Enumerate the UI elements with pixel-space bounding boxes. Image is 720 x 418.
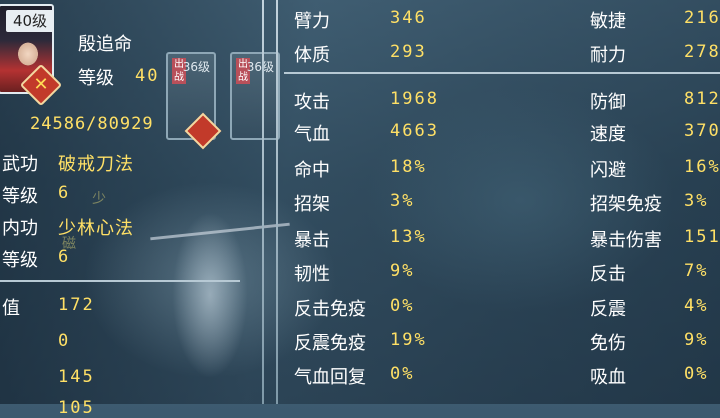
hero-level-value: 40 [135,66,160,86]
martial-label: 武功 [2,154,38,175]
stat-label: 韧性 [294,264,330,285]
martial-level-value: 6 [58,183,71,203]
value-3: 145 [58,367,95,387]
stat-value: 812 [684,89,720,109]
stat-label: 招架 [294,194,330,215]
hero-name: 殷追命 [78,34,132,55]
stat-value: 3% [390,191,415,211]
hero-exp: 24586/80929 [30,114,154,134]
stat-value: 151 [684,227,720,247]
inner-level-value: 6 [58,247,71,267]
martial-value: 破戒刀法 [58,154,134,175]
stat-value: 278 [684,42,720,62]
slot-level: 36级 [246,60,274,74]
value-2: 0 [58,331,71,351]
stat-label: 敏捷 [590,11,626,32]
stat-value: 293 [390,42,427,62]
stat-label: 暴击 [294,230,330,251]
hero-level-label: 等级 [78,68,114,89]
hero-level-tag: 40级 [6,10,54,32]
inner-level-label: 等级 [2,250,38,271]
stat-value: 0% [390,296,415,316]
martial-level-label: 等级 [2,186,38,207]
stat-label: 反击免疫 [294,299,366,320]
stat-value: 18% [390,157,427,177]
stat-value: 4% [684,296,709,316]
stat-value: 370 [684,121,720,141]
values-label: 值 [2,298,20,319]
stats-divider [284,72,720,74]
stat-label: 防御 [590,92,626,113]
stat-label: 气血 [294,124,330,145]
stat-label: 反震免疫 [294,333,366,354]
panel-border-inner [276,0,278,404]
stat-label: 反击 [590,264,626,285]
stat-label: 体质 [294,45,330,66]
stat-value: 9% [684,330,709,350]
stat-value: 0% [390,364,415,384]
stat-value: 1968 [390,89,439,109]
stat-value: 216 [684,8,720,28]
panel-border-left [262,0,264,404]
hero-portrait-art [150,175,270,405]
stat-label: 命中 [294,160,330,181]
faint-text-1: 少 [92,191,106,207]
stat-label: 攻击 [294,92,330,113]
stat-label: 气血回复 [294,367,366,388]
stat-value: 7% [684,261,709,281]
stat-label: 招架免疫 [590,194,662,215]
stat-value: 13% [390,227,427,247]
stat-value: 19% [390,330,427,350]
stat-value: 346 [390,8,427,28]
stat-value: 4663 [390,121,439,141]
left-divider [0,280,240,282]
stat-label: 臂力 [294,11,330,32]
cross-swords-icon: ✕ [33,74,49,95]
stat-label: 闪避 [590,160,626,181]
stat-value: 0% [684,364,709,384]
value-4: 105 [58,398,95,418]
stat-label: 免伤 [590,333,626,354]
stat-value: 16% [684,157,720,177]
stat-label: 暴击伤害 [590,230,662,251]
stat-value: 9% [390,261,415,281]
value-1: 172 [58,295,95,315]
inner-label: 内功 [2,218,38,239]
stat-label: 速度 [590,124,626,145]
companion-slot-2[interactable]: 出战 36级 [230,52,280,140]
stat-value: 3% [684,191,709,211]
stat-label: 耐力 [590,45,626,66]
stat-label: 反震 [590,299,626,320]
stat-label: 吸血 [590,367,626,388]
slot-level: 36级 [182,60,210,74]
